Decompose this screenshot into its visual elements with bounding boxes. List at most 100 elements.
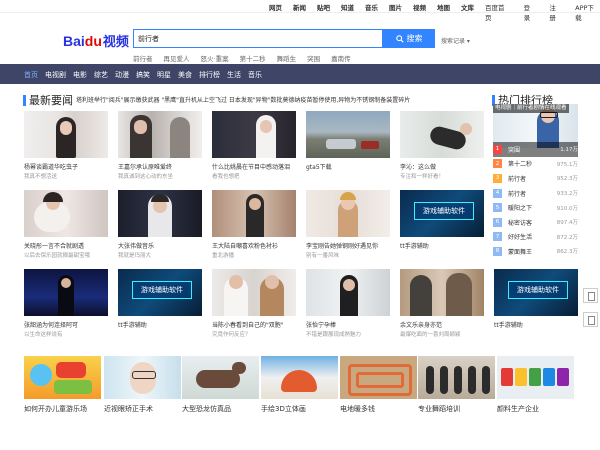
ranking-item[interactable]: 6 秘密访客 897.4万 <box>493 215 578 230</box>
video-thumbnail[interactable] <box>212 111 296 158</box>
ranking-item[interactable]: 1 突围 1.17万 <box>493 142 578 157</box>
category-food[interactable]: 美食 <box>178 70 192 80</box>
ranking-item[interactable]: 4 前行者 933.2万 <box>493 186 578 201</box>
ad-card[interactable]: 手绘3D立体画 <box>261 356 338 414</box>
ad-title[interactable]: 近视眼矫正手术 <box>104 404 181 414</box>
ranking-item[interactable]: 5 暖阳之下 910.0万 <box>493 200 578 215</box>
ranking-item[interactable]: 3 前行者 952.3万 <box>493 171 578 186</box>
ranking-item[interactable]: 7 好好生活 872.2万 <box>493 230 578 245</box>
hot-keyword[interactable]: 第十二秒 <box>240 53 266 63</box>
video-thumbnail[interactable] <box>24 269 108 316</box>
video-title[interactable]: 王嘉尔承认原唯爱终 <box>118 162 202 171</box>
ad-card[interactable]: 专业舞蹈培训 <box>418 356 495 414</box>
video-title[interactable]: 李宝刚告她弹钢刚好遇见你 <box>306 241 390 250</box>
video-thumbnail[interactable] <box>400 269 484 316</box>
video-thumbnail[interactable] <box>212 269 296 316</box>
ad-title[interactable]: 如何开办儿童游乐场 <box>24 404 101 414</box>
video-title[interactable]: 张韶涵为何连择阿可 <box>24 320 108 329</box>
hot-keyword[interactable]: 再见爱人 <box>164 53 190 63</box>
video-title[interactable]: tt手游辅助 <box>118 320 202 329</box>
video-card[interactable]: gta5下载 <box>306 111 390 172</box>
category-variety[interactable]: 综艺 <box>94 70 108 80</box>
category-anime[interactable]: 动漫 <box>115 70 129 80</box>
nav-link-tieba[interactable]: 贴吧 <box>317 2 330 12</box>
video-thumbnail[interactable] <box>306 190 390 237</box>
video-card[interactable]: 游戏辅助软件 tt手游辅助 <box>118 269 202 330</box>
video-card[interactable]: 什么比姚晨在节目中感动落泪 看我也想把 <box>212 111 296 180</box>
ad-title[interactable]: 手绘3D立体画 <box>261 404 338 414</box>
video-thumbnail[interactable] <box>212 190 296 237</box>
hot-keyword[interactable]: 怒火·重案 <box>201 53 229 63</box>
ad-thumbnail[interactable] <box>104 356 181 399</box>
video-card[interactable]: 张怡宁孕棒 不错是跟展现成熟魅力 <box>306 269 390 338</box>
video-title[interactable]: 杨幂谈霸道华吃虫子 <box>24 162 108 171</box>
video-thumbnail[interactable] <box>24 190 108 237</box>
video-title[interactable]: tt手游辅助 <box>494 320 578 329</box>
baidu-video-logo[interactable]: Baidu视频 <box>63 31 129 50</box>
category-tv[interactable]: 电视剧 <box>45 70 66 80</box>
video-thumbnail[interactable] <box>306 111 390 158</box>
video-thumbnail[interactable] <box>118 111 202 158</box>
video-card[interactable]: 余文乐亲身亦范 最爆吃面的一喜刘周颖颖 <box>400 269 484 338</box>
category-movie[interactable]: 电影 <box>73 70 87 80</box>
video-card[interactable]: 游戏辅助软件 tt手游辅助 <box>494 269 578 330</box>
ad-title[interactable]: 电地暖多钱 <box>340 404 417 414</box>
ad-card[interactable]: 颜料生产企业 <box>497 356 574 414</box>
video-card[interactable]: 当陈小春看到自己的"双胞" 究竟作何反应？ <box>212 269 296 338</box>
category-ranking[interactable]: 排行榜 <box>199 70 220 80</box>
ad-card[interactable]: 近视眼矫正手术 <box>104 356 181 414</box>
nav-link-news[interactable]: 新闻 <box>293 2 306 12</box>
video-card[interactable]: 王嘉尔承认原唯爱终 我真诚到这心动的东坐 <box>118 111 202 180</box>
video-thumbnail[interactable]: 游戏辅助软件 <box>494 269 578 316</box>
ad-thumbnail[interactable] <box>418 356 495 399</box>
video-thumbnail[interactable]: 游戏辅助软件 <box>118 269 202 316</box>
video-title[interactable]: 张怡宁孕棒 <box>306 320 390 329</box>
back-to-top-icon[interactable] <box>583 312 598 327</box>
nav-link-web[interactable]: 网页 <box>269 2 282 12</box>
category-music[interactable]: 音乐 <box>248 70 262 80</box>
search-button[interactable]: 搜索 <box>383 29 435 48</box>
video-card[interactable]: 大张伟做音乐 我就是玛丽大 <box>118 190 202 259</box>
video-card[interactable]: 张韶涵为何连择阿可 以生命这样说有 <box>24 269 108 338</box>
ad-thumbnail[interactable] <box>182 356 259 399</box>
baidu-home-link[interactable]: 百度首页 <box>485 2 511 22</box>
category-stars[interactable]: 明星 <box>157 70 171 80</box>
news-marquee[interactable]: 塔利班举行"阅兵"展示缴获武器 "黑鹰"直升机从上空飞过 日本发现"异物"数批莫… <box>76 95 410 104</box>
video-thumbnail[interactable]: 游戏辅助软件 <box>400 190 484 237</box>
ranking-item[interactable]: 8 蒙面舞王 862.3万 <box>493 244 578 259</box>
video-card[interactable]: 关晓彤一言不合就剧透 以后去保乐园就搁最甜宝哦 <box>24 190 108 259</box>
nav-link-zhidao[interactable]: 知道 <box>341 2 354 12</box>
ad-thumbnail[interactable] <box>261 356 338 399</box>
ad-thumbnail[interactable] <box>24 356 101 399</box>
video-title[interactable]: 当陈小春看到自己的"双胞" <box>212 320 296 329</box>
video-title[interactable]: gta5下载 <box>306 162 390 171</box>
ad-title[interactable]: 专业舞蹈培训 <box>418 404 495 414</box>
video-card[interactable]: 杨幂谈霸道华吃虫子 我真不想活送 <box>24 111 108 180</box>
video-title[interactable]: 李沁：这么做 <box>400 162 484 171</box>
video-card[interactable]: 李沁：这么做 专注和一样好看！ <box>400 111 484 180</box>
category-life[interactable]: 生活 <box>227 70 241 80</box>
video-title[interactable]: 王大陆自嘲喜欢粉色衬衫 <box>212 241 296 250</box>
video-title[interactable]: tt手游辅助 <box>400 241 484 250</box>
video-card[interactable]: 王大陆自嘲喜欢粉色衬衫 重北游播 <box>212 190 296 259</box>
hot-keyword[interactable]: 突围 <box>307 53 320 63</box>
nav-link-video[interactable]: 视频 <box>413 2 426 12</box>
video-card[interactable]: 游戏辅助软件 tt手游辅助 <box>400 190 484 251</box>
search-history[interactable]: 搜索记录 ▾ <box>441 36 470 45</box>
category-home[interactable]: 首页 <box>24 70 38 80</box>
ad-card[interactable]: 电地暖多钱 <box>340 356 417 414</box>
login-link[interactable]: 登录 <box>524 2 537 22</box>
nav-link-map[interactable]: 地图 <box>437 2 450 12</box>
video-title[interactable]: 什么比姚晨在节目中感动落泪 <box>212 162 296 171</box>
feedback-icon[interactable] <box>583 288 598 303</box>
ad-thumbnail[interactable] <box>340 356 417 399</box>
video-thumbnail[interactable] <box>400 111 484 158</box>
video-thumbnail[interactable] <box>306 269 390 316</box>
ad-card[interactable]: 大型恐龙仿真品 <box>182 356 259 414</box>
ad-card[interactable]: 如何开办儿童游乐场 <box>24 356 101 414</box>
video-thumbnail[interactable] <box>118 190 202 237</box>
nav-link-wenku[interactable]: 文库 <box>461 2 474 12</box>
video-title[interactable]: 余文乐亲身亦范 <box>400 320 484 329</box>
hot-keyword[interactable]: 前行者 <box>133 53 153 63</box>
app-download-link[interactable]: APP下载 <box>575 2 600 22</box>
